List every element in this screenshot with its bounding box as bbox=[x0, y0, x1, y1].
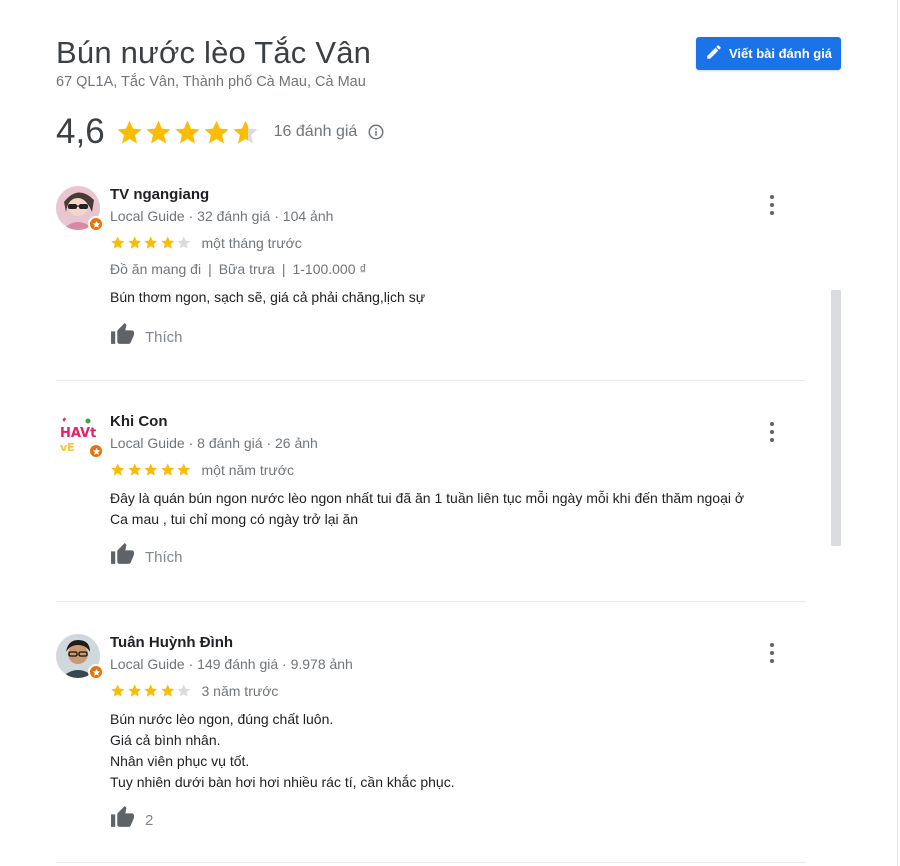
reviewer-name[interactable]: Khi Con bbox=[110, 413, 806, 431]
star-icon bbox=[127, 236, 141, 249]
reviewer-meta: Local Guide · 149 đánh giá · 9.978 ảnh bbox=[110, 656, 353, 672]
divider bbox=[56, 601, 806, 602]
svg-text:vE: vE bbox=[60, 441, 75, 454]
thumbs-up-icon bbox=[110, 542, 145, 572]
review-text-line: Ca mau , tui chỉ mong có ngày trở lại ăn bbox=[110, 511, 359, 527]
review-count: 16 đánh giá bbox=[273, 123, 358, 140]
star-icon bbox=[117, 120, 142, 143]
review-date: 3 năm trước bbox=[201, 683, 279, 699]
star-icon bbox=[177, 463, 191, 476]
info-icon[interactable] bbox=[367, 123, 385, 141]
reviewer-meta: Local Guide · 8 đánh giá · 26 ảnh bbox=[110, 435, 318, 451]
average-stars bbox=[115, 118, 260, 147]
more-options-icon[interactable] bbox=[768, 195, 776, 215]
star-icon bbox=[144, 236, 158, 249]
like-label: Thích bbox=[145, 328, 183, 346]
star-icon bbox=[111, 463, 125, 476]
pencil-icon bbox=[705, 43, 723, 64]
star-icon bbox=[177, 236, 191, 249]
tag-separator: | bbox=[281, 261, 286, 277]
star-icon bbox=[146, 120, 171, 143]
like-button[interactable]: Thích bbox=[110, 542, 806, 572]
reviews-panel: Bún nước lèo Tắc Vân 67 QL1A, Tắc Vân, T… bbox=[0, 0, 898, 866]
divider bbox=[56, 862, 806, 863]
like-button[interactable]: Thích bbox=[110, 322, 806, 352]
divider bbox=[56, 380, 806, 381]
review-text-line: Tuy nhiên dưới bàn hơi hơi nhiều rác tí,… bbox=[110, 774, 455, 790]
like-label: Thích bbox=[145, 548, 183, 566]
star-icon bbox=[160, 684, 174, 697]
tag-price: 1-100.000 ₫ bbox=[292, 261, 367, 277]
star-icon bbox=[144, 684, 158, 697]
more-options-icon[interactable] bbox=[768, 643, 776, 663]
review-date: một tháng trước bbox=[201, 235, 302, 251]
write-review-button[interactable]: Viết bài đánh giá bbox=[696, 37, 841, 70]
average-rating: 4,6 bbox=[56, 112, 105, 151]
star-icon bbox=[177, 684, 191, 697]
review-text: Bún nước lèo ngon, đúng chất luôn. Giá c… bbox=[110, 709, 806, 793]
place-address: 67 QL1A, Tắc Vân, Thành phố Cà Mau, Cà M… bbox=[56, 74, 366, 90]
avatar[interactable] bbox=[56, 186, 104, 232]
reviewer-name[interactable]: TV ngangiang bbox=[110, 186, 806, 204]
rating-summary: 4,6 16 đánh giá bbox=[56, 110, 385, 154]
local-guide-badge-icon bbox=[88, 443, 104, 459]
tag-meal: Bữa trưa bbox=[218, 261, 275, 277]
review-text-line: Bún nước lèo ngon, đúng chất luôn. bbox=[110, 711, 334, 727]
star-icon bbox=[204, 120, 229, 143]
reviewer-name[interactable]: Tuân Huỳnh Đình bbox=[110, 634, 806, 652]
review-stars bbox=[110, 235, 192, 251]
reviewer-meta: Local Guide · 32 đánh giá · 104 ảnh bbox=[110, 208, 334, 224]
tag-service: Đồ ăn mang đi bbox=[110, 261, 202, 277]
review-text-line: Đây là quán bún ngon nước lèo ngon nhất … bbox=[110, 490, 745, 506]
star-icon bbox=[111, 684, 125, 697]
svg-text:HAVt: HAVt bbox=[60, 426, 96, 441]
star-icon bbox=[160, 236, 174, 249]
review-tags: Đồ ăn mang đi | Bữa trưa | 1-100.000 ₫ bbox=[110, 261, 806, 278]
star-icon bbox=[175, 120, 200, 143]
thumbs-up-icon bbox=[110, 322, 145, 352]
like-count: 2 bbox=[145, 811, 154, 829]
thumbs-up-icon bbox=[110, 805, 145, 835]
star-icon bbox=[127, 684, 141, 697]
local-guide-badge-icon bbox=[88, 664, 104, 680]
review-text-line: Giá cả bình nhân. bbox=[110, 732, 221, 748]
like-button[interactable]: 2 bbox=[110, 805, 806, 835]
review-date: một năm trước bbox=[201, 462, 294, 478]
scrollbar[interactable] bbox=[831, 290, 841, 546]
review-text-line: Nhân viên phục vụ tốt. bbox=[110, 753, 250, 769]
star-icon bbox=[127, 463, 141, 476]
star-icon bbox=[160, 463, 174, 476]
star-icon bbox=[233, 120, 258, 143]
star-icon bbox=[111, 236, 125, 249]
review-text: Đây là quán bún ngon nước lèo ngon nhất … bbox=[110, 488, 806, 530]
tag-separator: | bbox=[208, 261, 212, 277]
avatar[interactable]: HAVt vE bbox=[56, 413, 104, 459]
review-text-line: Bún thơm ngon, sạch sẽ, giá cả phải chăn… bbox=[110, 289, 426, 305]
local-guide-badge-icon bbox=[88, 216, 104, 232]
avatar[interactable] bbox=[56, 634, 104, 680]
review-text: Bún thơm ngon, sạch sẽ, giá cả phải chăn… bbox=[110, 287, 806, 308]
star-icon bbox=[144, 463, 158, 476]
review-stars bbox=[110, 683, 192, 699]
review-stars bbox=[110, 462, 192, 478]
place-title: Bún nước lèo Tắc Vân bbox=[56, 35, 372, 70]
more-options-icon[interactable] bbox=[768, 422, 776, 442]
write-review-label: Viết bài đánh giá bbox=[728, 46, 833, 61]
